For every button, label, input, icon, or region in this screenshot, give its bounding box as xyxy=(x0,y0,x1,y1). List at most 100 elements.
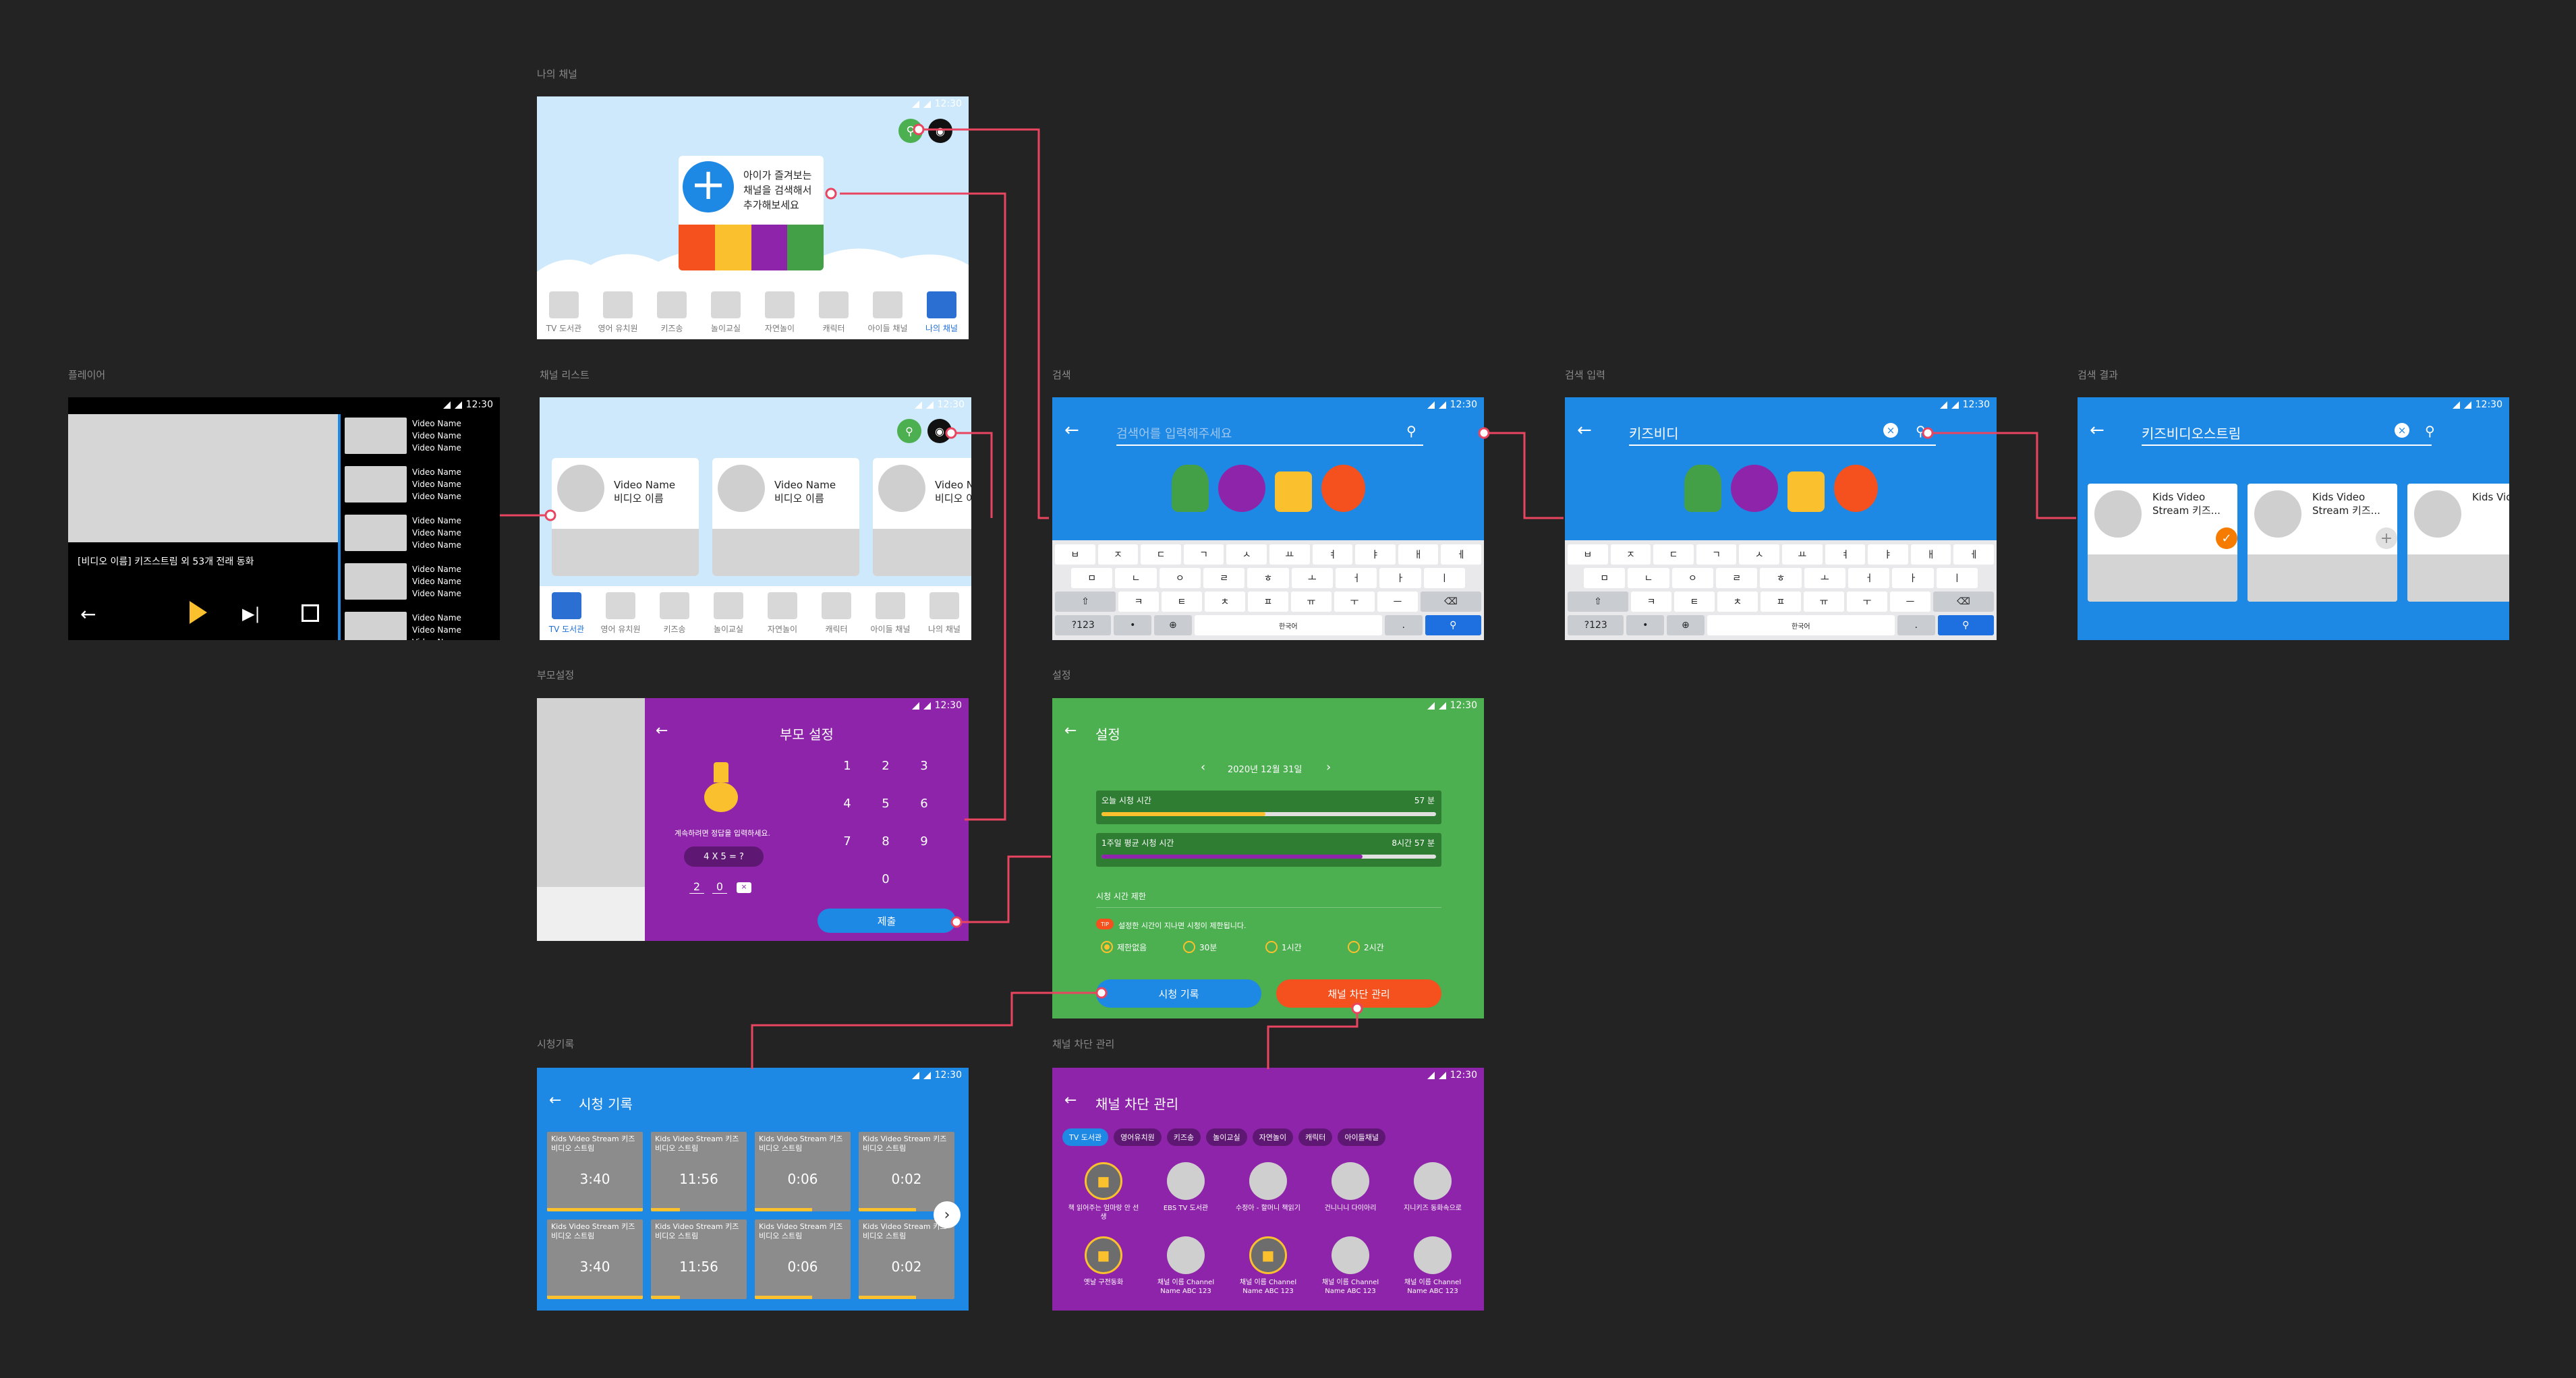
channel-block-item[interactable]: EBS TV 도서관 xyxy=(1145,1162,1227,1230)
key[interactable]: ㅛ xyxy=(1269,544,1310,565)
channel-avatar-icon[interactable] xyxy=(1414,1162,1452,1200)
channel-avatar-icon[interactable] xyxy=(1414,1236,1452,1274)
nav-nature[interactable]: 자연놀이 xyxy=(757,592,808,635)
numpad-key[interactable]: 1 xyxy=(834,759,861,779)
fullscreen-icon[interactable] xyxy=(302,604,319,622)
add-icon[interactable]: + xyxy=(2376,527,2397,549)
channel-block-item[interactable]: 채널 이름 Channel Name ABC 123 xyxy=(1309,1236,1392,1307)
block-tab[interactable]: TV 도서관 xyxy=(1062,1128,1109,1146)
numpad-key[interactable]: 2 xyxy=(872,759,899,779)
search-icon[interactable]: ⚲ xyxy=(1916,423,1926,439)
result-card-2[interactable]: Kids Video Stream 키즈... + xyxy=(2248,484,2397,602)
nav-character[interactable]: 캐릭터 xyxy=(811,592,862,635)
clear-icon[interactable]: × xyxy=(1883,423,1898,438)
playlist-item[interactable]: Video NameVideo NameVideo Name xyxy=(345,515,496,556)
channel-block-item[interactable]: 채널 이름 Channel Name ABC 123 xyxy=(1145,1236,1227,1307)
search-key-icon[interactable]: ⚲ xyxy=(1425,615,1482,635)
check-icon[interactable]: ✓ xyxy=(2216,527,2237,549)
block-tab[interactable]: 캐릭터 xyxy=(1298,1128,1333,1146)
channel-avatar-icon[interactable] xyxy=(1332,1236,1369,1274)
key[interactable]: ㅎ xyxy=(1760,568,1802,588)
key[interactable]: ㄷ xyxy=(1653,544,1694,565)
history-card[interactable]: Kids Video Stream 키즈 비디오 스트림 3:40 xyxy=(547,1132,643,1211)
key[interactable]: ㅡ xyxy=(1890,592,1930,612)
nav-kids-channel[interactable]: 아이들 채널 xyxy=(865,592,916,635)
back-arrow-icon[interactable]: ← xyxy=(80,603,96,625)
block-tab[interactable]: 놀이교실 xyxy=(1206,1128,1247,1146)
history-card[interactable]: Kids Video Stream 키즈 비디오 스트림 0:02 xyxy=(859,1132,954,1211)
globe-key-icon[interactable]: ⊕ xyxy=(1154,615,1192,635)
channel-block-item[interactable]: 채널 이름 Channel Name ABC 123 xyxy=(1392,1236,1474,1307)
numpad-key[interactable]: 5 xyxy=(872,797,899,817)
scroll-indicator[interactable] xyxy=(338,414,341,640)
result-card-1[interactable]: Kids Video Stream 키즈... ✓ xyxy=(2088,484,2237,602)
symbols-key[interactable]: ?123 xyxy=(1568,615,1624,635)
channel-card[interactable]: Video Name비디오 이름 xyxy=(552,458,699,576)
channel-block-item[interactable]: ■ 옛날 구전동화 xyxy=(1062,1236,1145,1307)
key[interactable]: ㅓ xyxy=(1848,568,1890,588)
numpad-key[interactable]: 0 xyxy=(872,872,899,892)
key[interactable]: ㅛ xyxy=(1782,544,1823,565)
radio-icon[interactable] xyxy=(1348,941,1360,953)
backspace-key-icon[interactable]: ⌫ xyxy=(1933,592,1994,612)
history-card[interactable]: Kids Video Stream 키즈 비디오 스트림 0:06 xyxy=(755,1132,851,1211)
history-card[interactable]: Kids Video Stream 키즈 비디오 스트림 3:40 xyxy=(547,1219,643,1299)
shift-key-icon[interactable]: ⇧ xyxy=(1568,592,1628,612)
key[interactable]: ㅂ xyxy=(1055,544,1095,565)
key[interactable]: ㄴ xyxy=(1115,568,1157,588)
playlist-item[interactable]: Video NameVideo NameVideo Name xyxy=(345,466,496,508)
key[interactable]: ㅏ xyxy=(1379,568,1421,588)
prev-date-icon[interactable]: ‹ xyxy=(1201,760,1205,774)
key[interactable]: ㅋ xyxy=(1631,592,1671,612)
key[interactable]: ㅐ xyxy=(1910,544,1951,565)
playlist-item[interactable]: Video NameVideo NameVideo Name xyxy=(345,418,496,459)
back-arrow-icon[interactable]: ← xyxy=(1064,1093,1077,1108)
space-key[interactable]: 한국어 xyxy=(1707,615,1895,635)
nav-playroom[interactable]: 놀이교실 xyxy=(703,592,754,635)
nav-tv-library[interactable]: TV 도서관 xyxy=(538,291,590,334)
channel-avatar-icon[interactable] xyxy=(1249,1162,1287,1200)
channel-avatar-icon[interactable]: ■ xyxy=(1085,1162,1122,1200)
channel-card[interactable]: Video Name비디오 이름 xyxy=(712,458,859,576)
nav-my-channel[interactable]: 나의 채널 xyxy=(919,592,970,635)
next-page-icon[interactable]: › xyxy=(934,1201,961,1228)
parent-lock-button[interactable]: ◉ xyxy=(928,119,952,143)
block-channel-button[interactable]: 채널 차단 관리 xyxy=(1276,979,1441,1008)
play-icon[interactable] xyxy=(190,601,207,624)
key[interactable]: ㅋ xyxy=(1118,592,1159,612)
nav-nature[interactable]: 자연놀이 xyxy=(754,291,805,334)
radio-icon[interactable] xyxy=(1101,941,1113,953)
history-card[interactable]: Kids Video Stream 키즈 비디오 스트림 0:06 xyxy=(755,1219,851,1299)
search-placeholder[interactable]: 검색어를 입력해주세요 xyxy=(1116,424,1232,442)
channel-avatar-icon[interactable]: ■ xyxy=(1085,1236,1122,1274)
search-key-icon[interactable]: ⚲ xyxy=(1937,615,1995,635)
video-area[interactable] xyxy=(68,414,338,542)
mic-key-icon[interactable]: • xyxy=(1114,615,1152,635)
key[interactable]: ㅇ xyxy=(1159,568,1201,588)
nav-tv-library[interactable]: TV 도서관 xyxy=(541,592,592,635)
key[interactable]: ㅑ xyxy=(1355,544,1396,565)
numpad-key[interactable]: 9 xyxy=(911,834,938,855)
answer-digit-1[interactable]: 2 xyxy=(689,880,704,894)
key[interactable]: ㄹ xyxy=(1203,568,1245,588)
search-query[interactable]: 키즈비디오스트림 xyxy=(2142,423,2241,442)
channel-block-item[interactable]: 건니니니 다이아리 xyxy=(1309,1162,1392,1230)
limit-option[interactable]: 30분 xyxy=(1183,941,1217,953)
playlist-item[interactable]: Video NameVideo NameVideo Name xyxy=(345,612,496,640)
add-channel-card[interactable]: + 아이가 즐겨보는 채널을 검색해서 추가해보세요 xyxy=(679,156,824,270)
key[interactable]: ㅗ xyxy=(1804,568,1845,588)
search-button[interactable]: ⚲ xyxy=(897,419,921,443)
nav-playroom[interactable]: 놀이교실 xyxy=(700,291,751,334)
back-arrow-icon[interactable]: ← xyxy=(1064,422,1079,439)
key[interactable]: ㅠ xyxy=(1804,592,1844,612)
history-card[interactable]: Kids Video Stream 키즈 비디오 스트림 11:56 xyxy=(651,1219,747,1299)
block-tab[interactable]: 자연놀이 xyxy=(1252,1128,1294,1146)
numpad-key[interactable]: 7 xyxy=(834,834,861,855)
channel-block-item[interactable]: 지니키즈 동화속으로 xyxy=(1392,1162,1474,1230)
numpad-key[interactable]: 3 xyxy=(911,759,938,779)
channel-avatar-icon[interactable] xyxy=(1167,1162,1205,1200)
channel-avatar-icon[interactable] xyxy=(1332,1162,1369,1200)
next-date-icon[interactable]: › xyxy=(1326,760,1331,774)
block-tab[interactable]: 키즈송 xyxy=(1166,1128,1201,1146)
limit-option[interactable]: 2시간 xyxy=(1348,941,1384,953)
